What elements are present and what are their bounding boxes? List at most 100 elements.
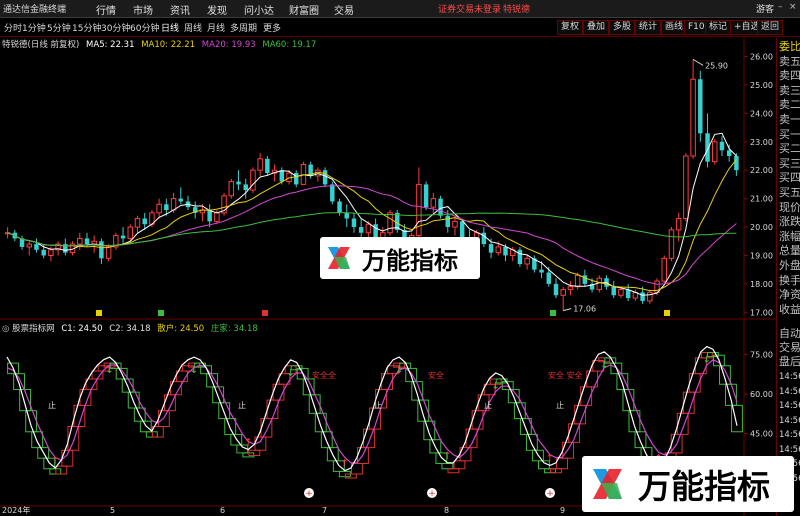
high-price-label: 25.90 (705, 61, 728, 70)
candle-body-down (322, 170, 328, 185)
price-tick-label: 17.00 (750, 308, 773, 317)
candle-body-down (488, 244, 494, 253)
step-box-down (224, 418, 237, 435)
candle-body-down (84, 238, 90, 245)
step-box-up (676, 412, 689, 435)
candle-body-down (546, 272, 552, 284)
high-pointer (692, 58, 704, 66)
candle-body-up (156, 203, 162, 214)
step-box-up (447, 468, 460, 474)
buy-arrow-icon: ↑ (244, 438, 252, 449)
candle-body-up (127, 226, 134, 239)
candle-body-down (337, 201, 342, 213)
buy-circle-plus: + (428, 489, 436, 499)
watermark-badge-center: 万能指标 (320, 237, 480, 279)
candle-body-down (178, 198, 184, 202)
candle-body-down (99, 241, 104, 259)
candle-body-up (257, 158, 263, 171)
tick-time: 14:56 (779, 430, 800, 440)
candle-body-up (430, 198, 437, 208)
candle-body-up (170, 198, 177, 211)
quote-label: 买五 (779, 186, 800, 199)
quote-label: 卖一 (779, 113, 800, 126)
quote-label: 买四 (779, 171, 800, 185)
sub-tick-label: 45.00 (750, 430, 773, 439)
candle-body-up (661, 257, 667, 282)
candle-body-up (596, 277, 603, 291)
sell-arrow-icon: ↓ (286, 368, 294, 379)
step-box-down (242, 452, 255, 458)
step-box-up (260, 418, 273, 438)
quote-label: 涨跌 (779, 215, 800, 229)
buy-circle-plus: + (546, 489, 554, 499)
quote-label: 买二 (779, 142, 800, 156)
trade-panel-label[interactable]: 自动 (779, 327, 800, 340)
candle-body-up (228, 181, 235, 197)
sell-arrow-icon: ↓ (600, 360, 608, 371)
candle-body-down (423, 184, 429, 208)
candle-body-up (574, 274, 581, 288)
candle-body-down (34, 244, 39, 250)
brand-logo-icon (328, 247, 350, 269)
candle-body-down (553, 283, 559, 296)
quote-label: 卖三 (779, 83, 800, 97)
candle-body-down (611, 286, 616, 296)
price-tick-label: 24.00 (750, 109, 773, 118)
quote-label: 总量 (779, 244, 800, 258)
date-label: 6 (220, 506, 225, 515)
candle-body-down (625, 289, 631, 299)
candle-body-up (48, 249, 54, 256)
candle-body-down (445, 215, 451, 228)
watermark-text: 万能指标 (362, 246, 458, 275)
price-tick-label: 20.00 (750, 223, 773, 232)
trade-panel-label[interactable]: 交易 (779, 341, 800, 354)
quote-label: 现价 (779, 200, 800, 214)
candle-body-up (618, 289, 624, 296)
candle-body-up (387, 212, 393, 234)
candle-body-down (438, 198, 443, 216)
tick-time: 14:56 (779, 401, 800, 411)
step-box-down (145, 431, 158, 438)
brand-logo-icon-large (593, 469, 622, 499)
candle-body-down (293, 173, 299, 185)
low-pointer (563, 308, 572, 312)
candle-body-up (452, 220, 458, 228)
quote-label: 换手 (779, 273, 800, 287)
candle-body-up (683, 155, 689, 220)
candle-body-down (539, 269, 544, 273)
event-marker (158, 310, 164, 316)
candle-body-down (459, 221, 465, 239)
candle-body-down (726, 150, 732, 156)
candle-body-down (344, 212, 349, 219)
step-box-up (550, 468, 562, 474)
step-box-down (513, 402, 526, 420)
date-label: 7 (322, 506, 327, 515)
step-box-down (127, 391, 140, 409)
price-tick-label: 19.00 (750, 251, 773, 260)
tick-time: 14:56 (779, 415, 800, 426)
candle-body-up (250, 169, 256, 191)
buy-arrow-icon: ↑ (443, 451, 451, 462)
date-label: 9 (560, 506, 565, 515)
candle-body-down (517, 249, 523, 264)
price-tick-label: 25.00 (750, 81, 773, 90)
signal-text: 安全 安全 (548, 370, 583, 380)
quote-label: 卖五 (779, 54, 800, 68)
low-price-label: 17.06 (573, 305, 596, 314)
candle-body-up (560, 289, 566, 296)
trade-panel-label[interactable]: 盘后 (779, 355, 800, 368)
quote-label: 买一 (779, 127, 800, 141)
quote-label: 涨幅 (779, 229, 800, 243)
step-box-down (308, 394, 321, 414)
tick-time: 14:56 (779, 386, 800, 397)
step-box-down (218, 402, 231, 420)
stop-label: 止 (484, 400, 492, 410)
candle-body-up (495, 246, 502, 254)
candle-body-down (243, 184, 248, 191)
candle-body-down (142, 218, 147, 225)
candle-body-up (675, 218, 682, 231)
candle-body-up (416, 183, 422, 237)
tick-time: 14:56 (779, 444, 800, 455)
signal-text: 安全全 (312, 370, 336, 380)
quote-label: 收益 (779, 302, 800, 316)
